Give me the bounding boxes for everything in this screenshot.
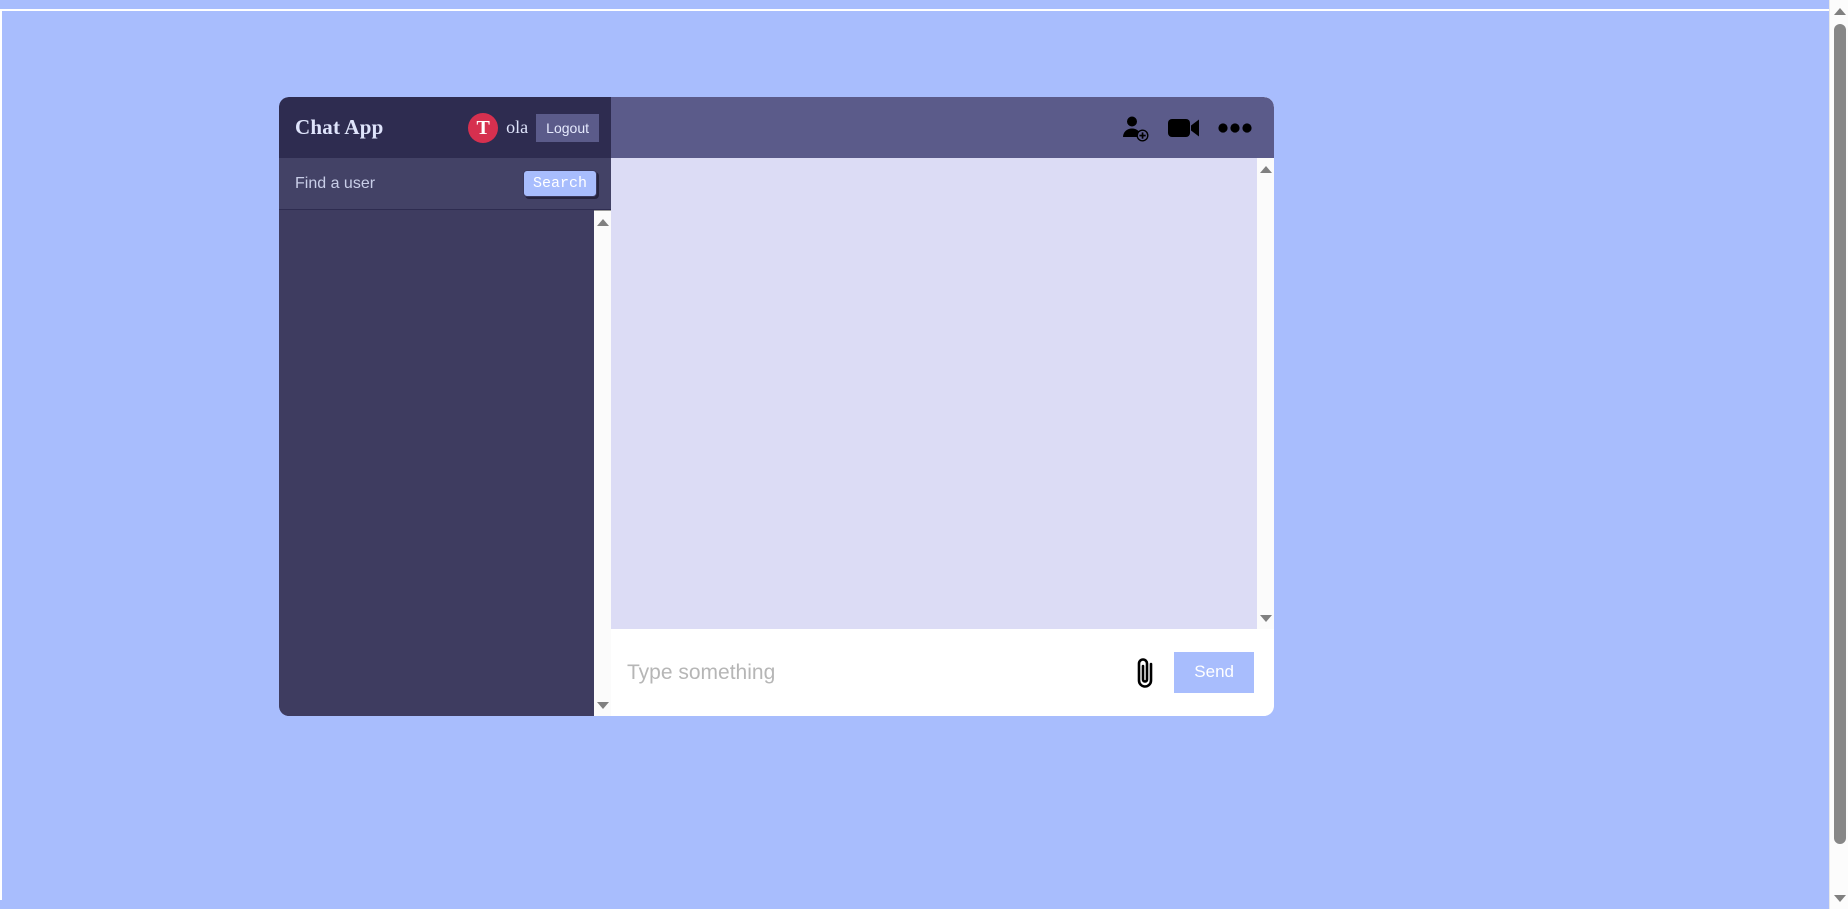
chat-list [279,210,611,716]
sidebar: Chat App T ola Logout Search [279,97,611,716]
sidebar-scrollbar[interactable] [594,210,611,716]
page-canvas: Chat App T ola Logout Search [0,9,1829,900]
browser-scrollbar-thumb[interactable] [1834,24,1846,844]
message-input[interactable] [627,660,1119,685]
search-button[interactable]: Search [522,169,597,198]
chat-header [611,97,1274,158]
add-user-icon[interactable] [1120,113,1150,143]
triangle-down-icon[interactable] [1257,610,1274,626]
search-input[interactable] [295,174,513,193]
logout-button[interactable]: Logout [536,113,599,142]
user-search-bar: Search [279,158,611,210]
chat-panel: Send [611,97,1274,716]
triangle-up-icon[interactable] [1257,161,1274,177]
messages-scrollbar[interactable] [1257,158,1274,629]
browser-viewport: Chat App T ola Logout Search [0,0,1848,909]
more-options-icon[interactable] [1218,122,1252,134]
triangle-up-icon[interactable] [594,214,611,230]
compose-bar: Send [611,629,1274,716]
avatar: T [468,112,499,143]
current-user-block: T ola Logout [468,112,599,143]
messages-area [611,158,1274,629]
browser-scrollbar[interactable] [1829,0,1848,909]
send-button[interactable]: Send [1174,652,1254,693]
chat-app-window: Chat App T ola Logout Search [279,97,1274,716]
triangle-up-icon[interactable] [1830,2,1848,20]
triangle-down-icon[interactable] [594,697,611,713]
paperclip-icon[interactable] [1132,655,1160,691]
triangle-down-icon[interactable] [1830,889,1848,907]
app-brand-title: Chat App [295,115,384,139]
sidebar-navbar: Chat App T ola Logout [279,97,611,158]
video-camera-icon[interactable] [1167,115,1201,141]
current-username: ola [506,117,529,137]
